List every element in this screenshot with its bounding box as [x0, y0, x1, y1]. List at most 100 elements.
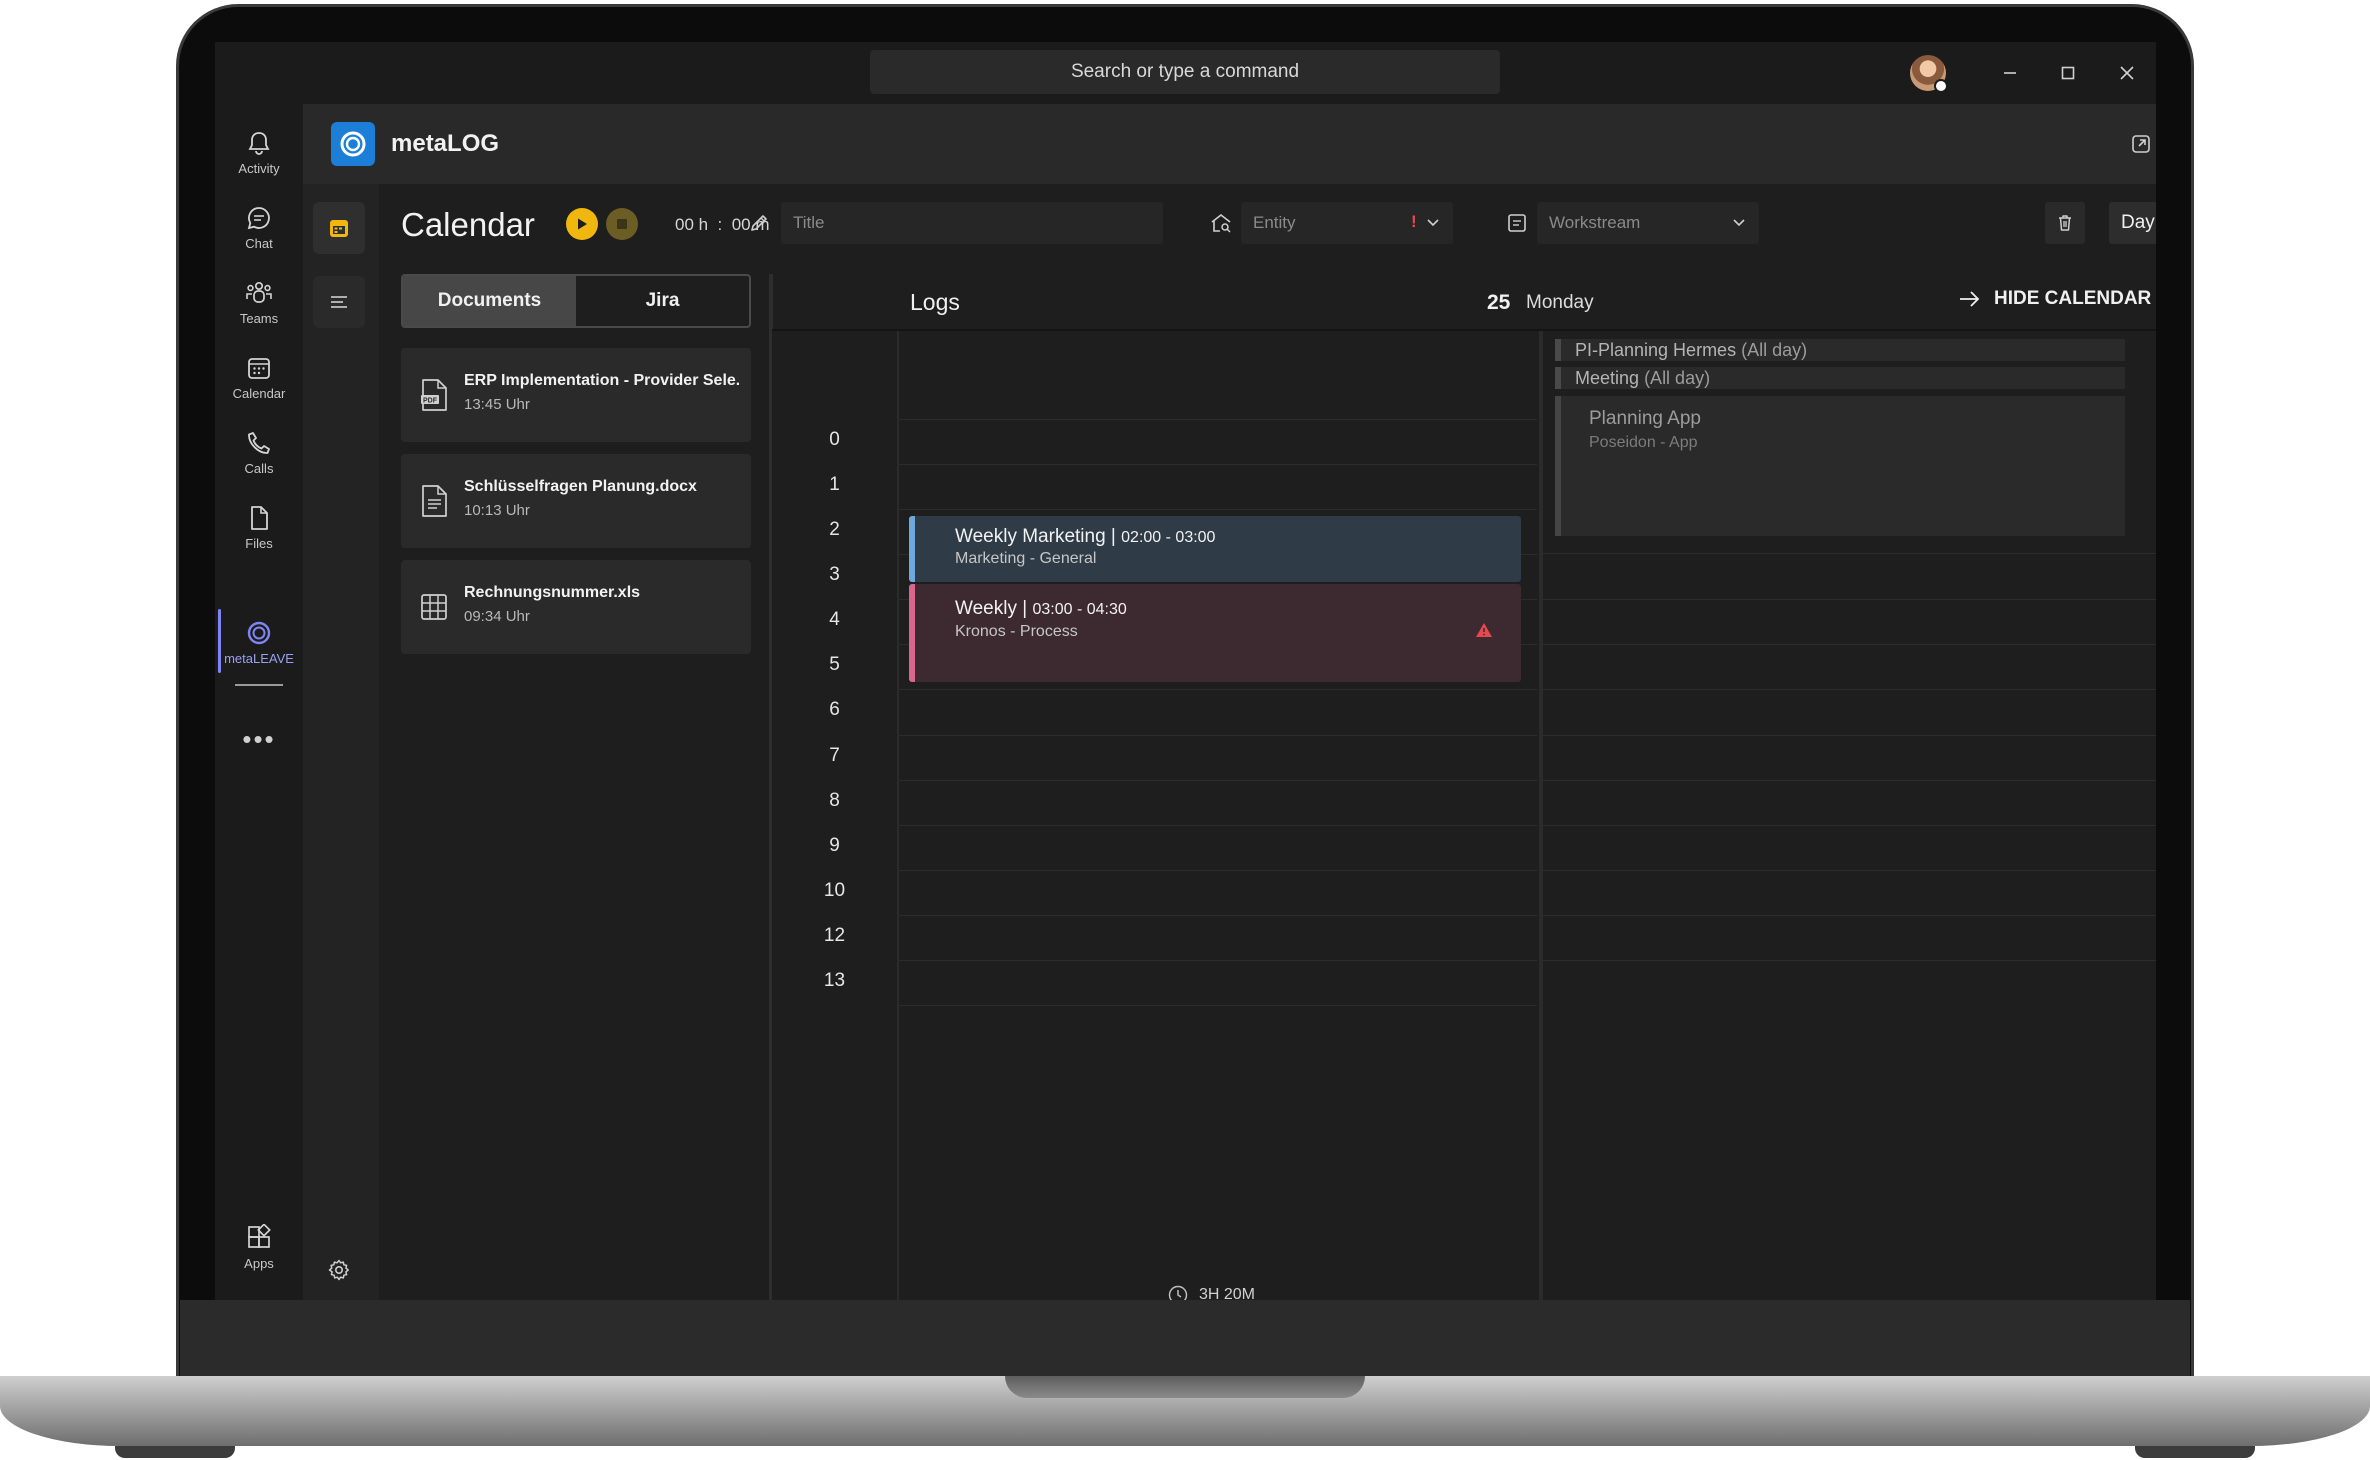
rail-item-files[interactable]: Files [215, 492, 303, 562]
hour-gridline [899, 960, 1537, 961]
hour-label: 8 [829, 790, 840, 811]
stop-button[interactable] [606, 208, 638, 240]
hide-calendar-button[interactable]: HIDE CALENDAR [1958, 288, 2151, 310]
rail-item-calendar[interactable]: Calendar [215, 342, 303, 412]
rail-item-metaleave[interactable]: metaLEAVE [215, 607, 303, 677]
document-time: 13:45 Uhr [464, 396, 530, 413]
clock-icon [1168, 1285, 1188, 1300]
log-entry-weekly[interactable]: Weekly | 03:00 - 04:30 Kronos - Process [909, 584, 1521, 682]
all-day-tag: (All day) [1644, 368, 1711, 388]
view-mode-select[interactable]: Day [2109, 202, 2156, 244]
title-input[interactable]: Title [781, 202, 1163, 244]
list-view-button[interactable] [313, 276, 365, 328]
tab-documents[interactable]: Documents [403, 276, 576, 326]
stop-icon [617, 219, 627, 229]
hour-gridline [1543, 599, 2156, 600]
hour-gridline [899, 464, 1537, 465]
chat-icon [247, 206, 270, 229]
hour-gridline [1543, 553, 2156, 554]
workstream-select[interactable]: Workstream [1537, 202, 1759, 244]
log-entry-weekly-marketing[interactable]: Weekly Marketing | 02:00 - 03:00 Marketi… [909, 516, 1521, 582]
hour-gridline [899, 735, 1537, 736]
view-mode-label: Day [2121, 212, 2155, 233]
calendar-column[interactable]: PI-Planning Hermes (All day) Meeting (Al… [1539, 331, 2156, 1300]
document-item[interactable]: Rechnungsnummer.xls 09:34 Uhr [401, 560, 751, 654]
rail-label-calls: Calls [244, 460, 274, 476]
settings-button[interactable] [313, 1244, 365, 1296]
calendar-event-title: Planning App [1589, 408, 1701, 429]
rail-item-calls[interactable]: Calls [215, 417, 303, 487]
hour-gridline [899, 419, 1537, 420]
hour-gridline [1543, 870, 2156, 871]
all-day-event-title: Meeting [1575, 368, 1640, 388]
hour-column: 0 1 2 3 4 5 6 7 8 9 10 12 13 [772, 331, 897, 1300]
laptop-notch [1005, 1376, 1365, 1398]
rail-separator [235, 684, 283, 686]
play-button[interactable] [566, 208, 598, 240]
main-content: Calendar 00 h : 00 m Title Entity ! Work… [379, 184, 2156, 1300]
presence-status-dot [1934, 79, 1948, 93]
rail-item-activity[interactable]: Activity [215, 117, 303, 187]
pdf-file-icon: PDF [421, 379, 447, 411]
document-item[interactable]: PDF ERP Implementation - Provider Sele..… [401, 348, 751, 442]
close-icon[interactable] [2112, 58, 2142, 88]
svg-text:PDF: PDF [423, 398, 438, 405]
command-search-input[interactable]: Search or type a command [870, 50, 1500, 94]
hour-label: 10 [823, 880, 846, 901]
hour-label: 13 [823, 970, 846, 991]
phone-icon [248, 431, 270, 454]
maximize-icon[interactable] [2053, 58, 2083, 88]
entity-select[interactable]: Entity ! [1241, 202, 1453, 244]
rail-label-activity: Activity [238, 160, 280, 176]
hour-gridline [899, 1005, 1537, 1006]
calendar-icon [248, 357, 270, 379]
laptop-chin [180, 1300, 2190, 1376]
pencil-icon [745, 209, 773, 237]
teams-icon [246, 281, 272, 303]
popout-icon[interactable] [2127, 130, 2155, 158]
hour-gridline [899, 870, 1537, 871]
hour-gridline [899, 780, 1537, 781]
document-title: Schlüsselfragen Planung.docx [464, 478, 697, 495]
tab-jira[interactable]: Jira [576, 276, 749, 326]
calendar-event[interactable]: Planning App Poseidon - App [1555, 396, 2125, 536]
delete-button[interactable] [2045, 202, 2085, 244]
hour-gridline [1543, 689, 2156, 690]
logs-column[interactable]: Weekly Marketing | 02:00 - 03:00 Marketi… [897, 331, 1537, 1300]
calendar-event-subtitle: Poseidon - App [1589, 434, 1698, 451]
rail-item-chat[interactable]: Chat [215, 192, 303, 262]
entity-icon [1207, 209, 1235, 237]
chevron-down-icon [1425, 214, 1441, 235]
menu-lines-icon [331, 296, 347, 308]
hour-gridline [899, 509, 1537, 510]
minimize-icon[interactable] [1995, 58, 2025, 88]
required-mark: ! [1411, 212, 1417, 231]
metaleave-icon [247, 621, 271, 644]
gear-icon [328, 1259, 349, 1281]
rail-item-teams[interactable]: Teams [215, 267, 303, 337]
hour-label: 7 [829, 745, 840, 766]
screen: Search or type a command Activity Chat T… [215, 42, 2156, 1300]
rail-label-apps: Apps [244, 1255, 274, 1271]
laptop-foot-left [115, 1446, 235, 1458]
all-day-event-title: PI-Planning Hermes [1575, 340, 1737, 360]
log-entry-time: 03:00 - 04:30 [1032, 601, 1127, 618]
log-entry-title: Weekly | 03:00 - 04:30 [955, 598, 1127, 620]
hour-gridline [899, 915, 1537, 916]
total-duration: 3H 20M [891, 1284, 1531, 1300]
hour-label: 3 [829, 564, 840, 585]
logs-heading: Logs [910, 289, 960, 315]
more-apps-icon[interactable]: ••• [215, 724, 303, 755]
log-entry-title-text: Weekly | [955, 598, 1028, 619]
hour-label: 9 [829, 835, 840, 856]
file-icon [251, 505, 268, 530]
rail-item-apps[interactable]: Apps [215, 1212, 303, 1282]
all-day-event[interactable]: Meeting (All day) [1555, 367, 2125, 389]
rail-label-metaleave: metaLEAVE [224, 650, 294, 666]
app-name: metaLOG [391, 130, 500, 157]
calendar-view-button[interactable] [313, 202, 365, 254]
hour-label: 12 [823, 925, 846, 946]
document-item[interactable]: Schlüsselfragen Planung.docx 10:13 Uhr [401, 454, 751, 548]
all-day-event[interactable]: PI-Planning Hermes (All day) [1555, 339, 2125, 361]
hour-label: 6 [829, 699, 840, 720]
